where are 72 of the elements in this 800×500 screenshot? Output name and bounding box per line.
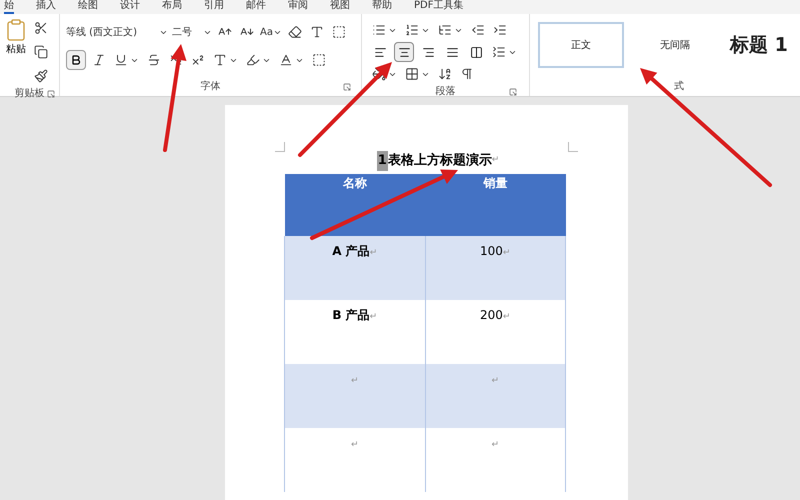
menu-tab[interactable]: 设计 [120,0,140,12]
paragraph-mark: ↵ [492,155,500,166]
crop-mark [274,142,284,152]
format-painter-icon [34,69,48,83]
borders-icon [405,67,419,81]
dialog-launcher-icon[interactable] [47,90,55,98]
paragraph-mark: ↵ [350,376,359,386]
cut-icon [34,21,48,35]
paragraph-mark: ↵ [370,248,378,258]
group-label: 式 [674,80,684,94]
align-icon [422,46,434,58]
align-icon [446,46,458,58]
paragraph-mark: ↵ [491,376,500,386]
align-icon [374,46,386,58]
paragraph-mark: ↵ [502,312,510,322]
underline-icon [114,53,128,67]
menu-tab[interactable]: 邮件 [246,0,266,12]
change-case-button[interactable]: Aa [260,24,282,40]
menu-tab[interactable]: 插入 [36,0,56,12]
dialog-launcher-icon[interactable] [343,82,351,90]
align-button[interactable] [394,42,414,62]
line-spacing-icon [492,45,506,59]
table-cell: 200 [480,308,503,322]
paragraph-mark: ↵ [350,440,359,450]
group-label: 字体 [200,80,220,94]
font-color-icon [279,53,293,67]
table-cell: 100 [480,244,503,258]
paragraph-mark: ↵ [502,248,510,258]
decrease-indent-icon [471,23,485,37]
paragraph-mark: ↵ [491,440,500,450]
character-shading-icon [312,53,326,67]
table-cell: A 产品 [332,244,370,258]
style-gallery-item[interactable]: 标题 1 [726,22,792,68]
highlight-icon [246,53,260,67]
menu-tab[interactable]: 绘图 [78,0,98,12]
menu-tab[interactable]: 引用 [204,0,224,12]
caption-number: 1 [376,151,388,171]
paste-button[interactable]: 粘贴 [4,18,28,86]
column-header: 名称 [342,176,367,190]
table-cell: B 产品 [332,308,370,322]
text-effects-icon [213,53,227,67]
align-icon [398,46,410,58]
bold-icon [70,54,82,66]
character-border-icon [332,25,346,39]
crop-mark [568,142,578,152]
font-size-dropdown[interactable]: 二号 [172,24,212,40]
numbering-icon [405,23,419,37]
group-label: 剪贴板 [14,86,44,101]
superscript-icon [191,53,205,67]
bold-button[interactable] [66,50,86,70]
dialog-launcher-icon[interactable] [509,88,517,96]
group-label: 段落 [436,84,456,99]
menu-tab[interactable]: 帮助 [372,0,392,12]
increase-indent-icon [493,23,507,37]
font-name-dropdown[interactable]: 等线 (西文正文) [66,24,168,40]
paragraph-mark: ↵ [370,312,378,322]
clear-format-icon [288,25,302,39]
menu-tab[interactable]: 视图 [330,0,350,12]
style-gallery-item[interactable]: 无间隔 [632,22,718,68]
show-marks-icon [460,67,474,81]
sort-icon [438,67,452,81]
strikethrough-icon [147,53,161,67]
phonetic-guide-icon [310,25,324,39]
multilevel-list-icon [438,23,452,37]
caption-text: 表格上方标题演示 [388,152,492,170]
align-icon [470,46,482,58]
column-header: 销量 [483,176,508,190]
style-gallery-item[interactable]: 正文 [538,22,624,68]
menu-tab[interactable]: 布局 [162,0,182,12]
italic-icon [92,53,106,67]
menu-tab[interactable]: PDF工具集 [414,0,464,12]
copy-icon [34,45,48,59]
